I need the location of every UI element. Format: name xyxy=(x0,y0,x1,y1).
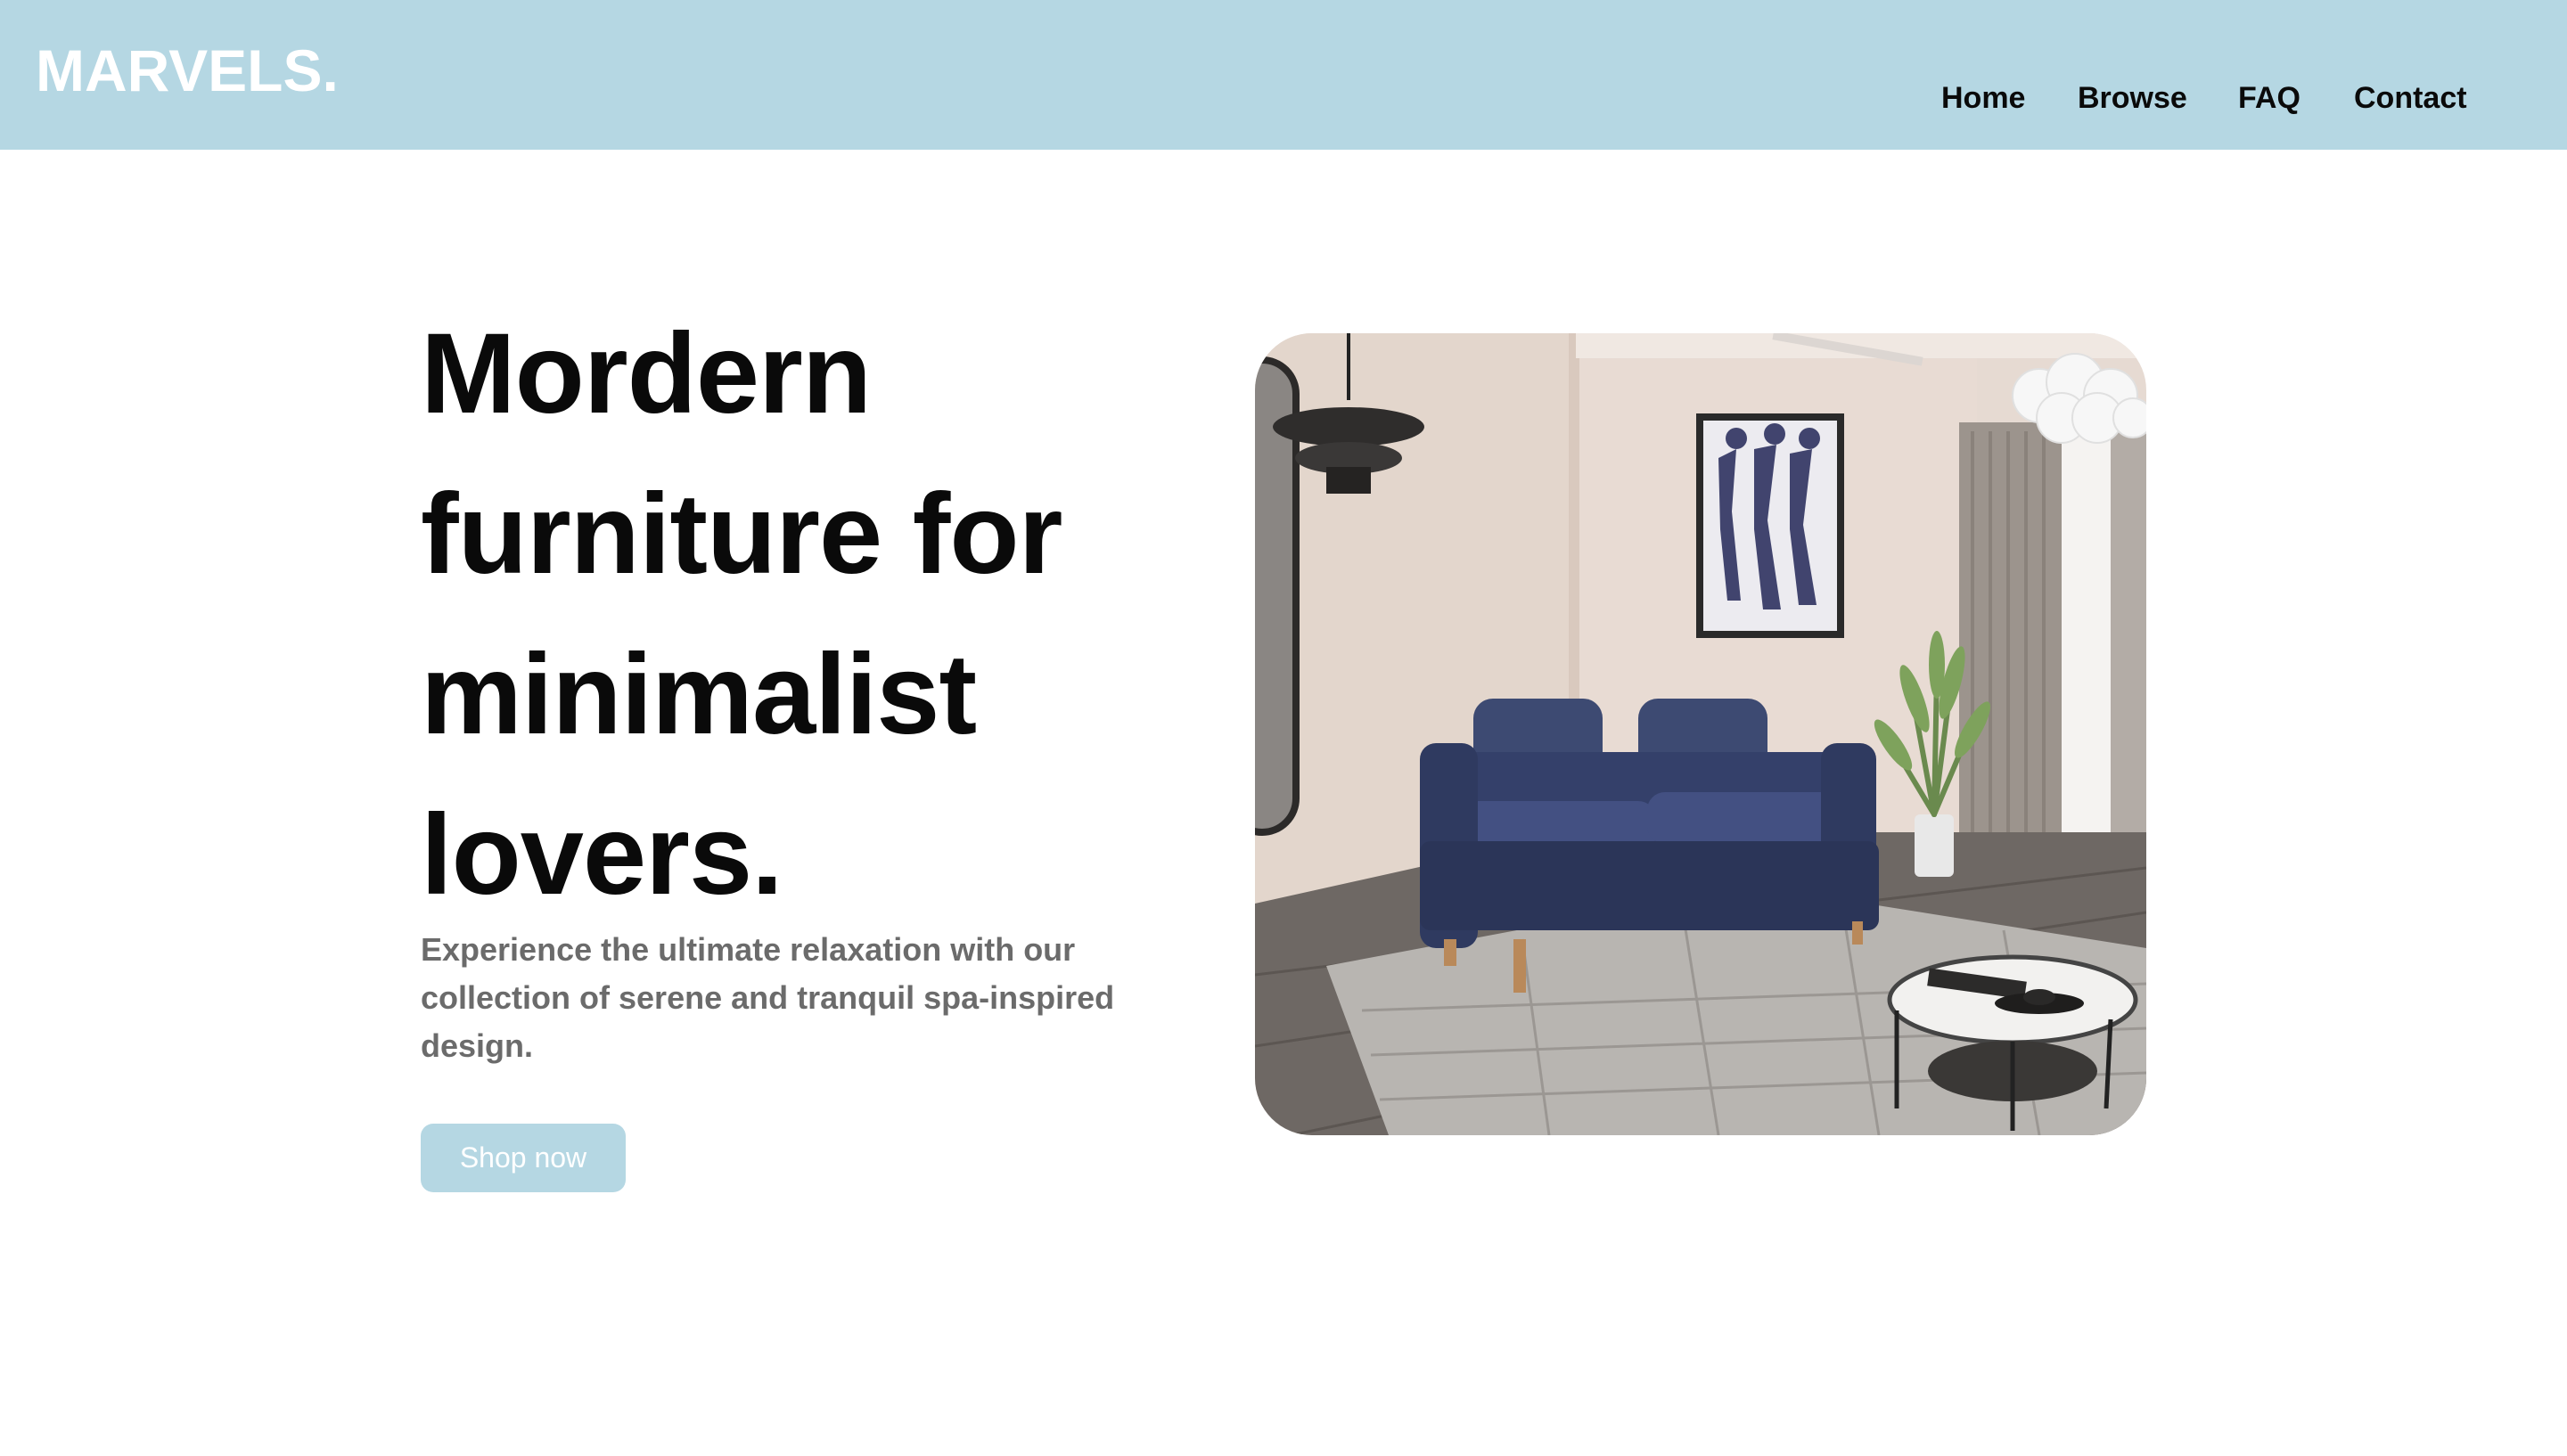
top-navbar: MARVELS. Home Browse FAQ Contact xyxy=(0,0,2567,150)
nav-link-home[interactable]: Home xyxy=(1941,78,2025,118)
hero-description: Experience the ultimate relaxation with … xyxy=(421,931,1115,1064)
hero-title-line: furniture for xyxy=(421,470,1062,598)
hero-title: Mordern furniture for minimalist lovers. xyxy=(421,294,1187,936)
shop-now-button[interactable]: Shop now xyxy=(421,1124,626,1192)
hero-title-line: Mordern xyxy=(421,310,872,438)
nav-link-faq[interactable]: FAQ xyxy=(2238,78,2300,118)
hero-title-line: lovers. xyxy=(421,791,783,919)
nav-link-browse[interactable]: Browse xyxy=(2078,78,2187,118)
hero-title-line: minimalist xyxy=(421,631,977,758)
nav-link-contact[interactable]: Contact xyxy=(2354,78,2467,118)
hero-living-room-image xyxy=(1255,333,2146,1135)
main-nav: Home Browse FAQ Contact xyxy=(0,78,2567,118)
